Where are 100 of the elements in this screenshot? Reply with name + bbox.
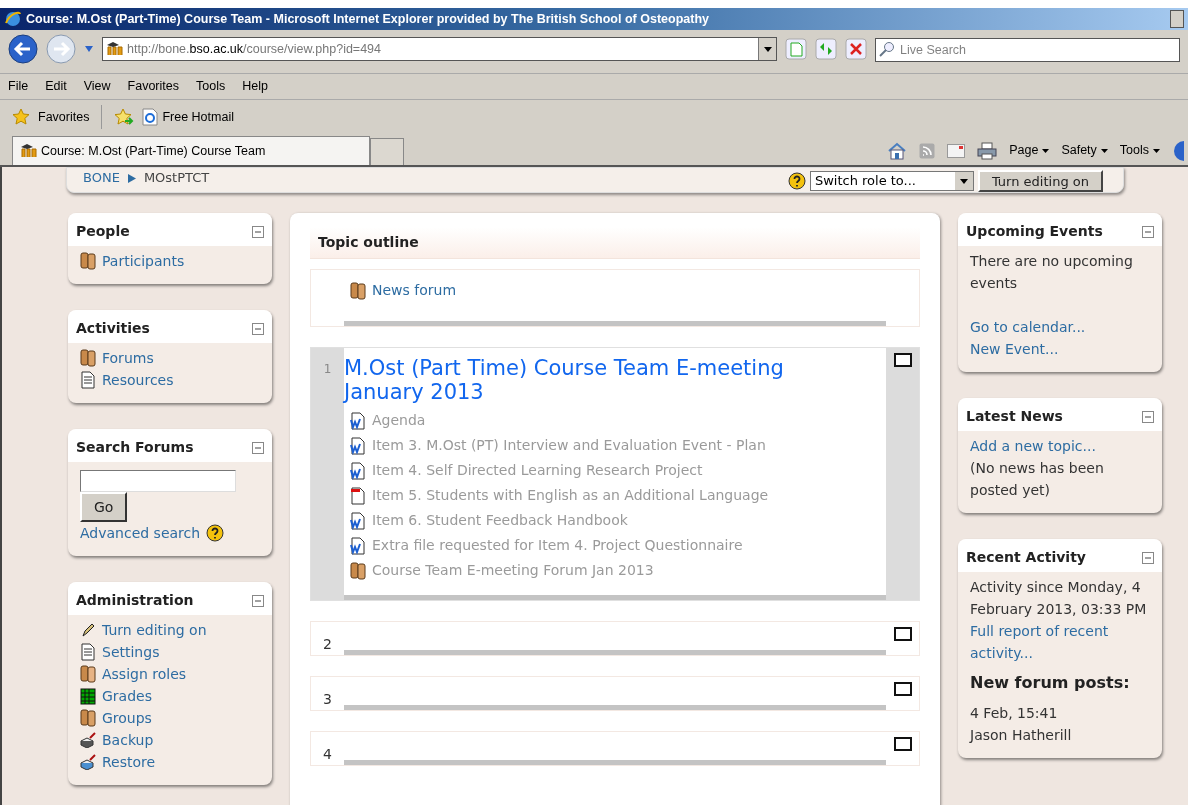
document-icon [80,643,96,661]
address-field[interactable]: http://bone.bso.ac.uk/course/view.php?id=494 [102,37,777,61]
block-link[interactable]: New Event... [970,338,1150,360]
section-number: 1 [323,361,332,378]
block-link[interactable]: Participants [102,250,185,272]
back-icon[interactable] [8,34,38,64]
url-text: http://bone.bso.ac.uk/course/view.php?id=494 [127,40,383,58]
activity-link[interactable]: Course Team E-meeting Forum Jan 2013 [372,560,654,581]
browser-tab[interactable]: Course: M.Ost (Part-Time) Course Team [12,136,370,165]
activity-link[interactable]: Item 3. M.Ost (PT) Interview and Evaluation Event - Plan [372,435,766,456]
block-link[interactable]: Add a new topic... [970,435,1150,457]
site-logo-icon [21,144,37,158]
block-link[interactable]: Grades [102,685,152,707]
activity-link[interactable]: Item 5. Students with English as an Additional Language [372,485,769,506]
command-menu-button[interactable]: Page [1009,141,1050,160]
activity-link[interactable]: Extra file requested for Item 4. Project Questionnaire [372,535,743,556]
home-icon[interactable] [887,141,908,160]
block-link[interactable]: Resources [102,369,174,391]
collapse-icon[interactable] [252,594,264,607]
stop-icon[interactable] [845,38,867,60]
menu-item[interactable]: Tools [196,77,226,96]
activity-link[interactable]: Item 6. Student Feedback Handbook [372,510,628,531]
block-text: Jason Hatherill [970,726,1073,745]
forward-icon[interactable] [46,34,76,64]
outline-title: Topic outline [318,233,419,252]
block-link[interactable]: Turn editing on [102,619,207,641]
highlight-toggle-icon[interactable] [893,627,912,641]
section-number: 4 [323,745,332,764]
block-link[interactable]: Assign roles [102,663,187,685]
document-icon [80,371,96,389]
highlight-toggle-icon[interactable] [893,737,912,751]
site-logo-icon [107,42,123,56]
highlight-toggle-icon[interactable] [893,682,912,696]
collapse-icon[interactable] [1142,225,1154,238]
highlight-toggle-icon[interactable] [893,353,912,367]
collapse-icon[interactable] [1142,551,1154,564]
search-icon [879,41,895,57]
browser-logo-icon [4,10,22,28]
section-number: 3 [323,690,332,709]
menu-item[interactable]: Help [242,77,268,96]
new-tab-button[interactable] [370,138,404,165]
caret-icon[interactable] [763,46,772,52]
minimize-button[interactable] [1170,10,1184,28]
word-document-icon [350,436,366,455]
star-icon [12,108,30,126]
block-link[interactable]: Restore [102,751,156,773]
people-icon [80,252,96,270]
window-title: Course: M.Ost (Part-Time) Course Team - Microsoft Internet Explorer provided by The British School of Osteopathy [26,10,710,28]
caret-icon [1100,148,1108,153]
block-link[interactable]: Forums [102,347,154,369]
block-link[interactable]: Full report of recent activity... [970,620,1150,664]
go-button[interactable]: Go [80,492,128,522]
breadcrumb-link[interactable]: BONE [83,170,120,186]
block-link[interactable]: Advanced search [80,522,201,544]
breadcrumb-current: MOstPTCT [143,170,210,186]
mail-icon[interactable] [947,143,966,158]
print-icon[interactable] [977,141,998,160]
feed-icon[interactable] [919,142,936,159]
activity-link[interactable]: Item 4. Self Directed Learning Research Project [372,460,703,481]
block-link[interactable]: Go to calendar... [970,316,1150,338]
section-title: M.Ost (Part Time) Course Team E-meeting January 2013 [344,356,785,404]
dropdown-icon[interactable] [84,45,94,53]
menu-item[interactable]: File [8,77,29,96]
block-text: 4 Feb, 15:41 [970,704,1059,723]
refresh-icon[interactable] [815,38,837,60]
search-field[interactable] [80,470,236,492]
compatibility-icon[interactable] [785,38,807,60]
collapse-icon[interactable] [252,322,264,335]
block-text: Activity since Monday, 4 February 2013, 03:33 PM [970,578,1148,619]
add-favorite-icon[interactable] [114,108,135,126]
people-icon [350,281,366,300]
activity-link[interactable]: Agenda [372,410,426,431]
pdf-document-icon [350,486,366,505]
turn-editing-on-button[interactable]: Turn editing on [977,170,1103,192]
menu-item[interactable]: Favorites [127,77,179,96]
block-title: Administration [76,591,194,610]
command-menu-button[interactable]: Safety [1061,141,1108,160]
browser-page-icon [142,108,159,126]
block-link[interactable]: Settings [102,641,160,663]
collapse-icon[interactable] [1142,410,1154,423]
people-icon [80,665,96,683]
menu-item[interactable]: Edit [45,77,67,96]
collapse-icon[interactable] [252,225,264,238]
block-title: Upcoming Events [966,222,1103,241]
box-icon [80,754,96,770]
block-link[interactable]: Backup [102,729,154,751]
activity-link[interactable]: News forum [372,280,457,301]
block-link[interactable]: Groups [102,707,152,729]
grid-icon [80,687,96,705]
role-select[interactable]: Switch role to... [809,171,974,191]
command-menu-button[interactable]: Tools [1119,141,1160,160]
favorite-link[interactable]: Free Hotmail [162,107,234,127]
word-document-icon [350,461,366,480]
block-text: There are no upcoming events [970,252,1134,293]
favorites-button[interactable]: Favorites [38,107,90,127]
live-search-field[interactable]: Live Search [875,38,1180,62]
collapse-icon[interactable] [252,441,264,454]
menu-item[interactable]: View [83,77,111,96]
block-title: Latest News [966,407,1063,426]
word-document-icon [350,536,366,555]
